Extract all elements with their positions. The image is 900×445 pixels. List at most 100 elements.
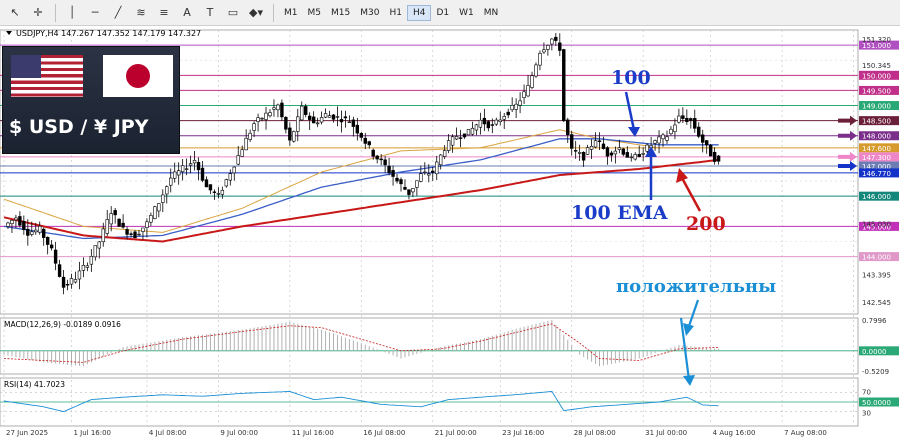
- rsi-title: RSI(14) 41.7023: [4, 380, 65, 389]
- fibonacci-icon[interactable]: ≡: [153, 3, 175, 23]
- candle-body: [633, 154, 637, 160]
- candle-body: [669, 128, 673, 135]
- candle-body: [573, 150, 578, 152]
- candle-body: [462, 133, 467, 138]
- candle-body: [466, 129, 471, 136]
- candle-body: [339, 119, 344, 123]
- shapes-icon[interactable]: ◆▾: [245, 3, 267, 23]
- candle-body: [542, 49, 546, 53]
- candle-body: [89, 255, 94, 265]
- candle-body: [438, 154, 443, 166]
- time-tick-label: 31 Jul 00:00: [645, 429, 687, 437]
- price-label: 147.600: [862, 145, 891, 153]
- crosshair-icon[interactable]: ✛: [27, 3, 49, 23]
- candle-body: [268, 112, 272, 117]
- candle-body: [566, 119, 570, 136]
- symbol-dropdown-icon[interactable]: [6, 31, 12, 35]
- candle-body: [530, 75, 534, 88]
- channel-icon[interactable]: ≋: [130, 3, 152, 23]
- timeframe-h4[interactable]: H4: [406, 4, 432, 21]
- timeframe-m15[interactable]: M15: [326, 6, 355, 20]
- timeframe-m5[interactable]: M5: [303, 6, 327, 20]
- candle-body: [367, 141, 371, 146]
- cursor-icon[interactable]: ↖: [4, 3, 26, 23]
- candle-body: [403, 186, 407, 190]
- candle-body: [149, 215, 153, 223]
- price-label: 143.395: [862, 272, 891, 280]
- macd-panel: MACD(12,26,9) -0.0189 0.0916 0.7996 0.0000…: [0, 317, 899, 376]
- candle-body: [252, 123, 256, 131]
- candle-body: [534, 64, 538, 77]
- timeframe-w1[interactable]: W1: [454, 6, 479, 20]
- candle-body: [101, 228, 105, 243]
- vertical-line-icon[interactable]: │: [61, 3, 83, 23]
- candle-body: [704, 140, 709, 146]
- candle-body: [522, 91, 526, 98]
- macd-tick-label: 0.0000: [862, 348, 887, 356]
- label-200: 200: [686, 213, 726, 235]
- time-tick-label: 7 Aug 08:00: [784, 429, 827, 437]
- timeframe-m1[interactable]: M1: [279, 6, 303, 20]
- candle-body: [196, 162, 201, 171]
- candle-body: [97, 241, 101, 249]
- candle-body: [244, 137, 248, 151]
- timeframe-h1[interactable]: H1: [384, 6, 407, 20]
- level-arrow-icon: [838, 130, 857, 141]
- rsi-panel: RSI(14) 41.7023 70 50.0000 30: [0, 380, 899, 418]
- timeframe-m30[interactable]: M30: [355, 6, 384, 20]
- candle-body: [514, 103, 518, 110]
- candle-body: [387, 165, 391, 173]
- rectangle-icon[interactable]: ▭: [222, 3, 244, 23]
- candle-body: [85, 265, 90, 268]
- candle-body: [77, 270, 82, 280]
- candle-body: [538, 53, 542, 66]
- candle-body: [637, 154, 641, 157]
- timeframe-mn[interactable]: MN: [479, 6, 504, 20]
- candle-body: [347, 121, 352, 124]
- text-icon[interactable]: A: [176, 3, 198, 23]
- time-tick-label: 27 Jun 2025: [6, 429, 48, 437]
- candle-body: [117, 218, 121, 227]
- candle-body: [81, 264, 86, 271]
- price-label: 150.000: [862, 72, 891, 80]
- candle-body: [395, 177, 399, 182]
- candle-body: [69, 278, 74, 285]
- label-icon[interactable]: T: [199, 3, 221, 23]
- japan-flag-icon: [103, 55, 173, 97]
- candle-body: [355, 124, 360, 134]
- candle-body: [343, 116, 348, 119]
- candle-body: [296, 116, 300, 132]
- arrow-200-icon: [680, 177, 702, 212]
- candle-body: [153, 206, 157, 219]
- candle-body: [184, 168, 189, 170]
- candle-body: [510, 105, 514, 111]
- candle-body: [712, 151, 717, 162]
- candle-body: [18, 216, 22, 226]
- candle-body: [331, 114, 336, 120]
- candle-body: [228, 173, 232, 181]
- candle-body: [601, 143, 606, 149]
- candle-body: [204, 179, 209, 188]
- candle-body: [65, 284, 70, 286]
- rsi-tick-label: 50.0000: [862, 399, 891, 407]
- candle-body: [693, 118, 697, 129]
- candle-body: [109, 213, 113, 225]
- candle-body: [431, 170, 435, 173]
- candle-body: [605, 147, 610, 157]
- rsi-tick-label: 70: [862, 388, 871, 396]
- candle-body: [498, 119, 502, 123]
- trendline-icon[interactable]: ╱: [107, 3, 129, 23]
- candle-body: [125, 229, 129, 235]
- candle-body: [248, 132, 252, 140]
- candle-body: [558, 42, 562, 51]
- candle-body: [73, 279, 78, 283]
- candle-body: [653, 140, 657, 144]
- horizontal-line-icon[interactable]: ─: [84, 3, 106, 23]
- candle-body: [224, 179, 229, 187]
- candle-body: [625, 152, 629, 158]
- candle-body: [157, 203, 161, 212]
- candle-body: [232, 166, 236, 174]
- timeframe-d1[interactable]: D1: [431, 6, 454, 20]
- candle-body: [657, 136, 661, 144]
- candle-body: [708, 144, 713, 157]
